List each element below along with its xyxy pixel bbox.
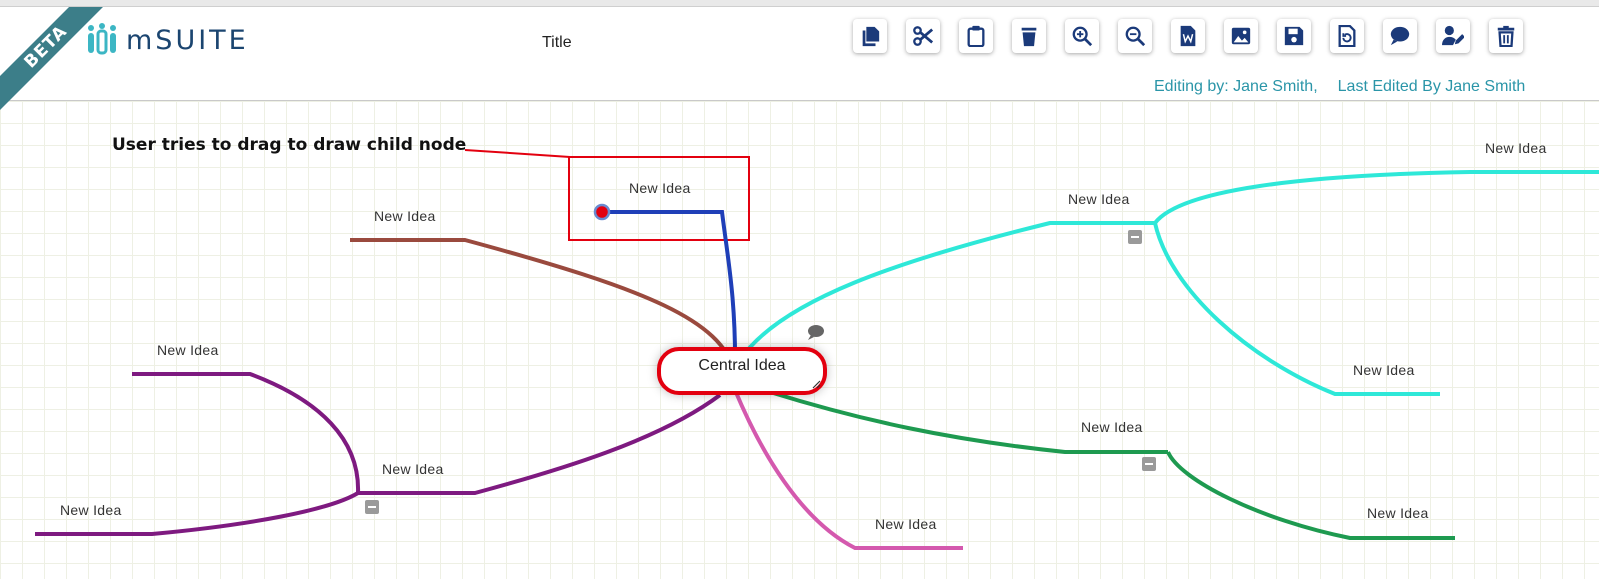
- node-label-brown[interactable]: New Idea: [374, 208, 436, 224]
- node-label-pink[interactable]: New Idea: [875, 516, 937, 532]
- collapse-cyan-button[interactable]: [1128, 230, 1142, 244]
- node-label-green-bottom[interactable]: New Idea: [1367, 505, 1429, 521]
- annotation-text: User tries to drag to draw child node: [112, 135, 467, 155]
- collapse-purple-button[interactable]: [365, 500, 379, 514]
- collapse-green-button[interactable]: [1142, 457, 1156, 471]
- resize-handle-icon[interactable]: [811, 379, 821, 389]
- branch-green-bottom[interactable]: [1166, 451, 1455, 540]
- beta-ribbon: BETA: [0, 7, 110, 117]
- branch-purple-main[interactable]: [358, 393, 722, 495]
- comment-indicator-icon[interactable]: [808, 325, 824, 340]
- central-idea-label: Central Idea: [698, 357, 786, 374]
- central-idea-node[interactable]: Central Idea: [657, 347, 827, 395]
- branch-cyan-top[interactable]: [1153, 170, 1599, 225]
- node-label-purple-top[interactable]: New Idea: [157, 342, 219, 358]
- node-label-cyan-top[interactable]: New Idea: [1485, 140, 1547, 156]
- drag-handle[interactable]: [593, 203, 611, 221]
- node-label-purple-mid[interactable]: New Idea: [382, 461, 444, 477]
- node-label-purple-bottom[interactable]: New Idea: [60, 502, 122, 518]
- branch-purple-top[interactable]: [132, 372, 361, 494]
- annotation-connector: [464, 149, 571, 158]
- node-label-cyan-bottom[interactable]: New Idea: [1353, 362, 1415, 378]
- node-label-cyan-mid[interactable]: New Idea: [1068, 191, 1130, 207]
- mindmap-connectors: [35, 149, 1599, 550]
- beta-badge: BETA: [0, 7, 110, 113]
- node-label-green-mid[interactable]: New Idea: [1081, 419, 1143, 435]
- node-label-blue[interactable]: New Idea: [629, 180, 691, 196]
- annotation-highlight-box: [568, 156, 750, 241]
- branch-cyan-main[interactable]: [738, 221, 1155, 362]
